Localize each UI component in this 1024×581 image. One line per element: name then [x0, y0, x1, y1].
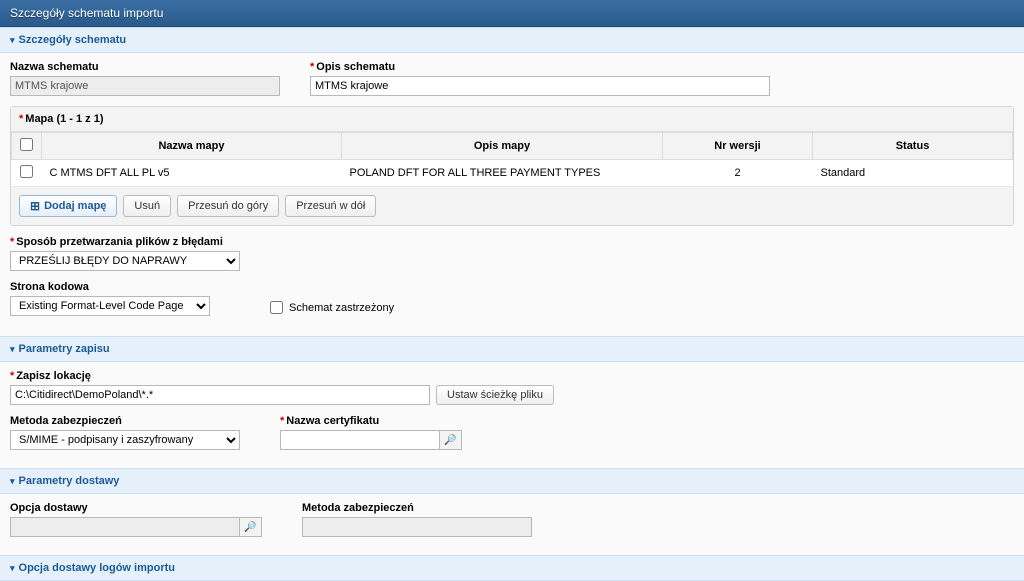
save-location-label: *Zapisz lokację [10, 370, 554, 382]
cell-map-status: Standard [813, 160, 1013, 187]
chevron-down-icon: ▾ [10, 344, 15, 355]
cert-label: *Nazwa certyfikatu [280, 415, 462, 427]
error-mode-select[interactable]: PRZEŚLIJ BŁĘDY DO NAPRAWY [10, 251, 240, 271]
scheme-desc-field[interactable] [310, 76, 770, 96]
save-location-field[interactable] [10, 385, 430, 405]
section-header-save[interactable]: ▾ Parametry zapisu [0, 336, 1024, 362]
move-down-button[interactable]: Przesuń w dół [285, 195, 376, 217]
cell-map-version: 2 [663, 160, 813, 187]
set-path-button[interactable]: Ustaw ścieżkę pliku [436, 385, 554, 405]
section-title: Parametry dostawy [19, 475, 120, 487]
section-body-save: *Zapisz lokację Ustaw ścieżkę pliku Meto… [0, 362, 1024, 468]
section-title: Opcja dostawy logów importu [19, 562, 175, 574]
move-up-button[interactable]: Przesuń do góry [177, 195, 279, 217]
search-icon [444, 434, 456, 446]
map-grid-title: *Mapa (1 - 1 z 1) [11, 107, 1013, 132]
restricted-label: Schemat zastrzeżony [289, 302, 394, 314]
add-icon [30, 199, 40, 213]
section-header-logs[interactable]: ▾ Opcja dostawy logów importu [0, 555, 1024, 581]
map-col-select [12, 133, 42, 160]
security-method-select[interactable]: S/MIME - podpisany i zaszyfrowany [10, 430, 240, 450]
map-col-status: Status [813, 133, 1013, 160]
delivery-security-label: Metoda zabezpieczeń [302, 502, 532, 514]
table-row[interactable]: C MTMS DFT ALL PL v5 POLAND DFT FOR ALL … [12, 160, 1013, 187]
map-col-desc: Opis mapy [342, 133, 663, 160]
select-all-checkbox[interactable] [20, 138, 33, 151]
map-col-name: Nazwa mapy [42, 133, 342, 160]
error-mode-label: *Sposób przetwarzania plików z błędami [10, 236, 240, 248]
section-title: Parametry zapisu [19, 343, 110, 355]
cert-field[interactable] [280, 430, 440, 450]
section-header-delivery[interactable]: ▾ Parametry dostawy [0, 468, 1024, 494]
scheme-name-field [10, 76, 280, 96]
map-grid-container: *Mapa (1 - 1 z 1) Nazwa mapy Opis mapy N… [10, 106, 1014, 226]
delete-button[interactable]: Usuń [123, 195, 171, 217]
chevron-down-icon: ▾ [10, 476, 15, 487]
restricted-checkbox[interactable] [270, 301, 283, 314]
section-header-details[interactable]: ▾ Szczegóły schematu [0, 27, 1024, 53]
cert-lookup-button[interactable] [440, 430, 462, 450]
delivery-security-field [302, 517, 532, 537]
map-table: Nazwa mapy Opis mapy Nr wersji Status C … [11, 132, 1013, 187]
search-icon [244, 521, 256, 533]
section-title: Szczegóły schematu [19, 34, 127, 46]
row-checkbox[interactable] [20, 165, 33, 178]
chevron-down-icon: ▾ [10, 35, 15, 46]
delivery-option-lookup-button[interactable] [240, 517, 262, 537]
security-method-label: Metoda zabezpieczeń [10, 415, 240, 427]
section-body-details: Nazwa schematu *Opis schematu *Mapa (1 -… [0, 53, 1024, 336]
scheme-name-label: Nazwa schematu [10, 61, 280, 73]
delivery-option-field [10, 517, 240, 537]
chevron-down-icon: ▾ [10, 563, 15, 574]
scheme-desc-label: *Opis schematu [310, 61, 770, 73]
add-map-button[interactable]: Dodaj mapę [19, 195, 117, 217]
cell-map-desc: POLAND DFT FOR ALL THREE PAYMENT TYPES [342, 160, 663, 187]
section-body-delivery: Opcja dostawy Metoda zabezpieczeń [0, 494, 1024, 555]
window-title: Szczegóły schematu importu [0, 0, 1024, 27]
cell-map-name: C MTMS DFT ALL PL v5 [42, 160, 342, 187]
codepage-label: Strona kodowa [10, 281, 210, 293]
codepage-select[interactable]: Existing Format-Level Code Page [10, 296, 210, 316]
map-col-version: Nr wersji [663, 133, 813, 160]
delivery-option-label: Opcja dostawy [10, 502, 262, 514]
